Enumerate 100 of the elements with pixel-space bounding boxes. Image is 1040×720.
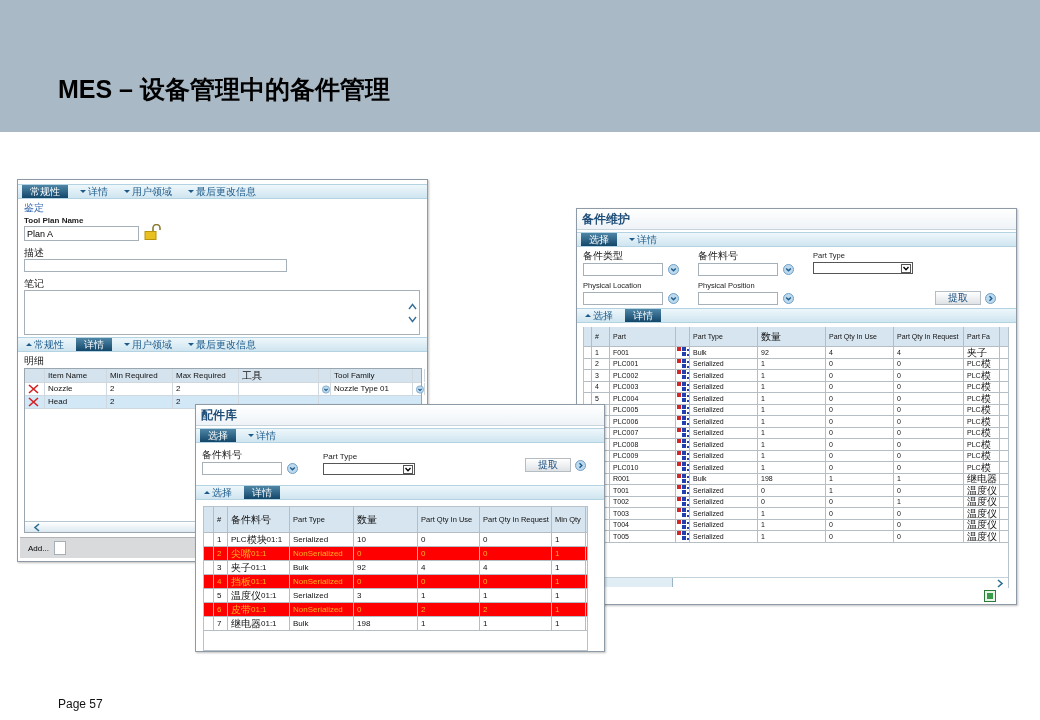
delete-icon[interactable] <box>28 384 39 394</box>
tab[interactable]: 选择 <box>581 309 617 322</box>
add-button[interactable]: Add... <box>28 543 49 553</box>
tab[interactable]: 详情 <box>76 338 112 351</box>
caret-icon <box>188 343 194 346</box>
tab[interactable]: 最后更改信息 <box>184 185 260 198</box>
table-cell: 2 <box>107 396 173 408</box>
table-cell: NonSerialized <box>290 575 354 588</box>
table-cell: 2 <box>480 603 552 616</box>
text-field[interactable] <box>583 292 663 305</box>
tab[interactable]: 详情 <box>244 486 280 499</box>
dropdown-button[interactable] <box>783 293 794 304</box>
table-cell: 继电器01:1 <box>228 617 290 630</box>
table-row[interactable]: 5 温度仪01:1 Serialized 3 1 1 1 <box>204 589 587 603</box>
caret-icon <box>585 314 591 317</box>
table-cell: 2 <box>418 603 480 616</box>
blocks-icon <box>677 404 689 415</box>
dropdown-button[interactable] <box>668 293 679 304</box>
select-field[interactable] <box>323 463 415 475</box>
field-label: Tool Plan Name <box>24 215 84 226</box>
blocks-icon <box>677 347 689 358</box>
blocks-icon <box>677 439 689 450</box>
fetch-button[interactable]: 提取 <box>525 458 571 472</box>
table-cell: Bulk <box>290 617 354 630</box>
table-cell: 0 <box>418 575 480 588</box>
dropdown-button[interactable] <box>416 383 424 395</box>
table-cell: 1 <box>552 547 586 560</box>
spreadsheet-icon[interactable] <box>984 590 996 602</box>
tab[interactable]: 用户领域 <box>120 338 176 351</box>
table-cell: 温度仪 <box>964 519 1000 530</box>
field-label: 笔记 <box>24 278 44 290</box>
tab[interactable]: 详情 <box>625 233 661 246</box>
caret-icon <box>403 464 413 474</box>
table-cell: NonSerialized <box>290 603 354 616</box>
blocks-icon <box>677 531 689 542</box>
table-cell: Bulk <box>290 561 354 574</box>
table-cell: 温度仪01:1 <box>228 589 290 602</box>
table-cell: 3 <box>354 589 418 602</box>
blocks-icon <box>677 496 689 507</box>
table-cell: 2 <box>214 547 228 560</box>
caret-icon <box>26 343 32 346</box>
tab[interactable]: 详情 <box>244 429 280 442</box>
text-field[interactable] <box>698 263 778 276</box>
table-cell: 198 <box>354 617 418 630</box>
table-cell: Serialized <box>290 533 354 546</box>
text-field[interactable] <box>53 541 66 555</box>
table-cell: 1 <box>552 561 586 574</box>
tab[interactable]: 用户领域 <box>120 185 176 198</box>
page-number: Page 57 <box>58 697 103 711</box>
table-cell: 1 <box>418 589 480 602</box>
table-cell: 1 <box>552 533 586 546</box>
table-cell: 温度仪 <box>964 496 1000 507</box>
table-row[interactable]: 7 继电器01:1 Bulk 198 1 1 1 <box>204 617 587 631</box>
blocks-icon <box>677 508 689 519</box>
field-label: 备件料号 <box>202 449 243 461</box>
chevron-up-icon[interactable] <box>408 302 417 310</box>
tab[interactable]: 选择 <box>200 486 236 499</box>
table-cell: 4 <box>418 561 480 574</box>
next-button[interactable] <box>575 459 586 471</box>
table-row[interactable]: 1 PLC模块01:1 Serialized 10 0 0 1 <box>204 533 587 547</box>
next-button[interactable] <box>985 292 996 304</box>
dropdown-button[interactable] <box>668 264 679 275</box>
field-label: 描述 <box>24 247 44 259</box>
select-field[interactable] <box>813 262 913 274</box>
dropdown-button[interactable] <box>287 463 298 474</box>
tab[interactable]: 常规性 <box>22 338 68 351</box>
table-cell: Nozzle Type 01 <box>331 383 413 395</box>
tab[interactable]: 详情 <box>76 185 112 198</box>
chevron-right-icon[interactable] <box>996 578 1004 588</box>
caret-icon <box>248 434 254 437</box>
table-cell: Head <box>45 396 107 408</box>
dropdown-button[interactable] <box>783 264 794 275</box>
table-cell: Nozzle <box>45 383 107 395</box>
table-cell: 1 <box>214 533 228 546</box>
dropdown-button[interactable] <box>322 383 330 395</box>
text-field[interactable] <box>583 263 663 276</box>
tab[interactable]: 最后更改信息 <box>184 338 260 351</box>
column-header: Item Name <box>45 369 107 382</box>
blocks-icon <box>677 358 689 369</box>
chevron-left-icon[interactable] <box>33 522 41 532</box>
text-field[interactable] <box>202 462 282 475</box>
text-field[interactable]: Plan A <box>24 226 139 241</box>
tab[interactable]: 详情 <box>625 309 661 322</box>
table-cell: Serialized <box>290 589 354 602</box>
table-cell: 夹子 <box>964 347 1000 358</box>
table-row[interactable]: 3 夹子01:1 Bulk 92 4 4 1 <box>204 561 587 575</box>
chevron-down-icon[interactable] <box>408 315 417 323</box>
tab[interactable]: 选择 <box>200 429 236 442</box>
table-cell: NonSerialized <box>290 547 354 560</box>
notes-field[interactable] <box>24 290 420 335</box>
caret-icon <box>80 190 86 193</box>
delete-icon[interactable] <box>28 397 39 407</box>
tab[interactable]: 选择 <box>581 233 617 246</box>
fetch-button[interactable]: 提取 <box>935 291 981 305</box>
blocks-icon <box>677 393 689 404</box>
tab[interactable]: 常规性 <box>22 185 68 198</box>
text-field[interactable] <box>698 292 778 305</box>
text-field[interactable] <box>24 259 287 272</box>
section-link[interactable]: 鉴定 <box>24 202 44 215</box>
field-label: 备件类型 <box>583 250 624 262</box>
